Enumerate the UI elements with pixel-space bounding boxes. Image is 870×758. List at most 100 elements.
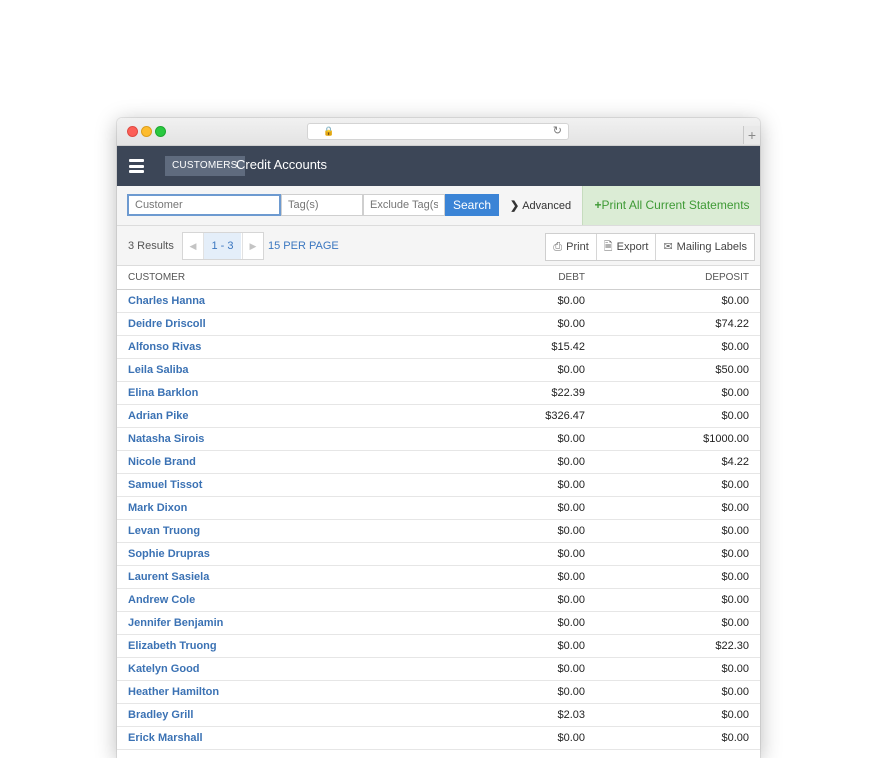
browser-chrome: 🔒 ↻ + <box>117 118 760 146</box>
next-page-icon[interactable]: ▶ <box>242 233 263 259</box>
table-body: Charles Hanna $0.00 $0.00 Deidre Driscoll $0… <box>117 289 760 750</box>
debt-cell: $0.00 <box>428 611 585 635</box>
deposit-cell: $0.00 <box>585 657 760 681</box>
customer-name-link[interactable]: Laurent Sasiela <box>117 565 428 589</box>
customer-name-link[interactable]: Heather Hamilton <box>117 680 428 704</box>
customer-name-link[interactable]: Andrew Cole <box>117 588 428 612</box>
table-row[interactable]: Katelyn Good $0.00 $0.00 <box>117 657 760 681</box>
current-page[interactable]: 1 - 3 <box>204 233 241 259</box>
customer-name-link[interactable]: Natasha Sirois <box>117 427 428 451</box>
per-page-selector[interactable]: 15 PER PAGE <box>268 240 339 252</box>
table-row[interactable]: Laurent Sasiela $0.00 $0.00 <box>117 565 760 589</box>
search-button[interactable]: Search <box>445 194 499 216</box>
table-row[interactable]: Leila Saliba $0.00 $50.00 <box>117 358 760 382</box>
advanced-toggle[interactable]: ❯ Advanced <box>510 199 571 212</box>
customer-name-link[interactable]: Erick Marshall <box>117 726 428 750</box>
customer-name-link[interactable]: Levan Truong <box>117 519 428 543</box>
debt-cell: $0.00 <box>428 312 585 336</box>
export-button[interactable]: 🗎 Export <box>597 234 657 260</box>
deposit-cell: $0.00 <box>585 565 760 589</box>
tags-input[interactable] <box>281 194 363 216</box>
deposit-cell: $22.30 <box>585 634 760 658</box>
table-row[interactable]: Nicole Brand $0.00 $4.22 <box>117 450 760 474</box>
action-button-group: ⎙ Print 🗎 Export ✉ Mailing Labels <box>545 233 755 261</box>
table-row[interactable]: Jennifer Benjamin $0.00 $0.00 <box>117 611 760 635</box>
customer-name-link[interactable]: Alfonso Rivas <box>117 335 428 359</box>
exclude-tags-input[interactable] <box>363 194 445 216</box>
debt-cell: $0.00 <box>428 519 585 543</box>
hamburger-icon[interactable] <box>129 159 144 173</box>
deposit-cell: $0.00 <box>585 611 760 635</box>
debt-cell: $0.00 <box>428 473 585 497</box>
customer-name-link[interactable]: Mark Dixon <box>117 496 428 520</box>
table-row[interactable]: Sophie Drupras $0.00 $0.00 <box>117 542 760 566</box>
print-label: Print <box>566 241 589 253</box>
table-row[interactable]: Andrew Cole $0.00 $0.00 <box>117 588 760 612</box>
print-all-statements-button[interactable]: +Print All Current Statements <box>582 186 760 225</box>
table-row[interactable]: Bradley Grill $2.03 $0.00 <box>117 703 760 727</box>
table-row[interactable]: Adrian Pike $326.47 $0.00 <box>117 404 760 428</box>
browser-window: 🔒 ↻ + CUSTOMERS Credit Accounts Search ❯… <box>117 118 760 758</box>
table-row[interactable]: Elina Barklon $22.39 $0.00 <box>117 381 760 405</box>
printer-icon: ⎙ <box>553 241 563 253</box>
debt-cell: $2.03 <box>428 703 585 727</box>
search-bar: Search ❯Advanced +Print All Current Stat… <box>117 186 760 226</box>
debt-cell: $0.00 <box>428 588 585 612</box>
customer-name-link[interactable]: Deidre Driscoll <box>117 312 428 336</box>
debt-cell: $0.00 <box>428 657 585 681</box>
customer-name-link[interactable]: Jennifer Benjamin <box>117 611 428 635</box>
debt-cell: $0.00 <box>428 450 585 474</box>
credit-accounts-table: CUSTOMER DEBT DEPOSIT Charles Hanna $0.00… <box>117 266 760 750</box>
new-tab-button[interactable]: + <box>743 126 760 144</box>
prev-page-icon[interactable]: ◀ <box>183 233 204 259</box>
maximize-window-button[interactable] <box>155 126 166 137</box>
customer-name-link[interactable]: Adrian Pike <box>117 404 428 428</box>
table-row[interactable]: Samuel Tissot $0.00 $0.00 <box>117 473 760 497</box>
deposit-cell: $50.00 <box>585 358 760 382</box>
table-row[interactable]: Mark Dixon $0.00 $0.00 <box>117 496 760 520</box>
reload-icon[interactable]: ↻ <box>553 124 562 137</box>
customer-search-input[interactable] <box>127 194 281 216</box>
address-bar[interactable]: 🔒 ↻ <box>307 123 569 140</box>
customer-name-link[interactable]: Samuel Tissot <box>117 473 428 497</box>
column-header-debt[interactable]: DEBT <box>428 266 585 290</box>
customer-name-link[interactable]: Nicole Brand <box>117 450 428 474</box>
debt-cell: $326.47 <box>428 404 585 428</box>
page-title: Credit Accounts <box>236 157 328 172</box>
deposit-cell: $0.00 <box>585 404 760 428</box>
column-header-customer[interactable]: CUSTOMER <box>117 266 428 290</box>
customer-name-link[interactable]: Sophie Drupras <box>117 542 428 566</box>
minimize-window-button[interactable] <box>141 126 152 137</box>
print-all-label: Print All Current Statements <box>601 198 750 212</box>
table-row[interactable]: Natasha Sirois $0.00 $1000.00 <box>117 427 760 451</box>
column-header-deposit[interactable]: DEPOSIT <box>585 266 760 290</box>
print-button[interactable]: ⎙ Print <box>546 234 597 260</box>
deposit-cell: $0.00 <box>585 542 760 566</box>
mailing-labels-button[interactable]: ✉ Mailing Labels <box>656 234 754 260</box>
results-toolbar: 3 Results ◀ 1 - 3 ▶ 15 PER PAGE ⎙ Print … <box>117 226 760 266</box>
table-row[interactable]: Deidre Driscoll $0.00 $74.22 <box>117 312 760 336</box>
customer-name-link[interactable]: Charles Hanna <box>117 289 428 313</box>
breadcrumb-customers[interactable]: CUSTOMERS <box>165 156 245 176</box>
debt-cell: $0.00 <box>428 565 585 589</box>
customer-name-link[interactable]: Elina Barklon <box>117 381 428 405</box>
customer-name-link[interactable]: Leila Saliba <box>117 358 428 382</box>
customer-name-link[interactable]: Elizabeth Truong <box>117 634 428 658</box>
table-row[interactable]: Erick Marshall $0.00 $0.00 <box>117 726 760 750</box>
table-row[interactable]: Heather Hamilton $0.00 $0.00 <box>117 680 760 704</box>
customer-name-link[interactable]: Bradley Grill <box>117 703 428 727</box>
mailing-labels-label: Mailing Labels <box>676 241 747 253</box>
deposit-cell: $0.00 <box>585 289 760 313</box>
deposit-cell: $0.00 <box>585 680 760 704</box>
deposit-cell: $4.22 <box>585 450 760 474</box>
debt-cell: $0.00 <box>428 496 585 520</box>
table-row[interactable]: Charles Hanna $0.00 $0.00 <box>117 289 760 313</box>
deposit-cell: $0.00 <box>585 381 760 405</box>
table-row[interactable]: Alfonso Rivas $15.42 $0.00 <box>117 335 760 359</box>
deposit-cell: $0.00 <box>585 703 760 727</box>
chevron-right-icon: ❯ <box>510 200 520 212</box>
close-window-button[interactable] <box>127 126 138 137</box>
table-row[interactable]: Levan Truong $0.00 $0.00 <box>117 519 760 543</box>
customer-name-link[interactable]: Katelyn Good <box>117 657 428 681</box>
table-row[interactable]: Elizabeth Truong $0.00 $22.30 <box>117 634 760 658</box>
